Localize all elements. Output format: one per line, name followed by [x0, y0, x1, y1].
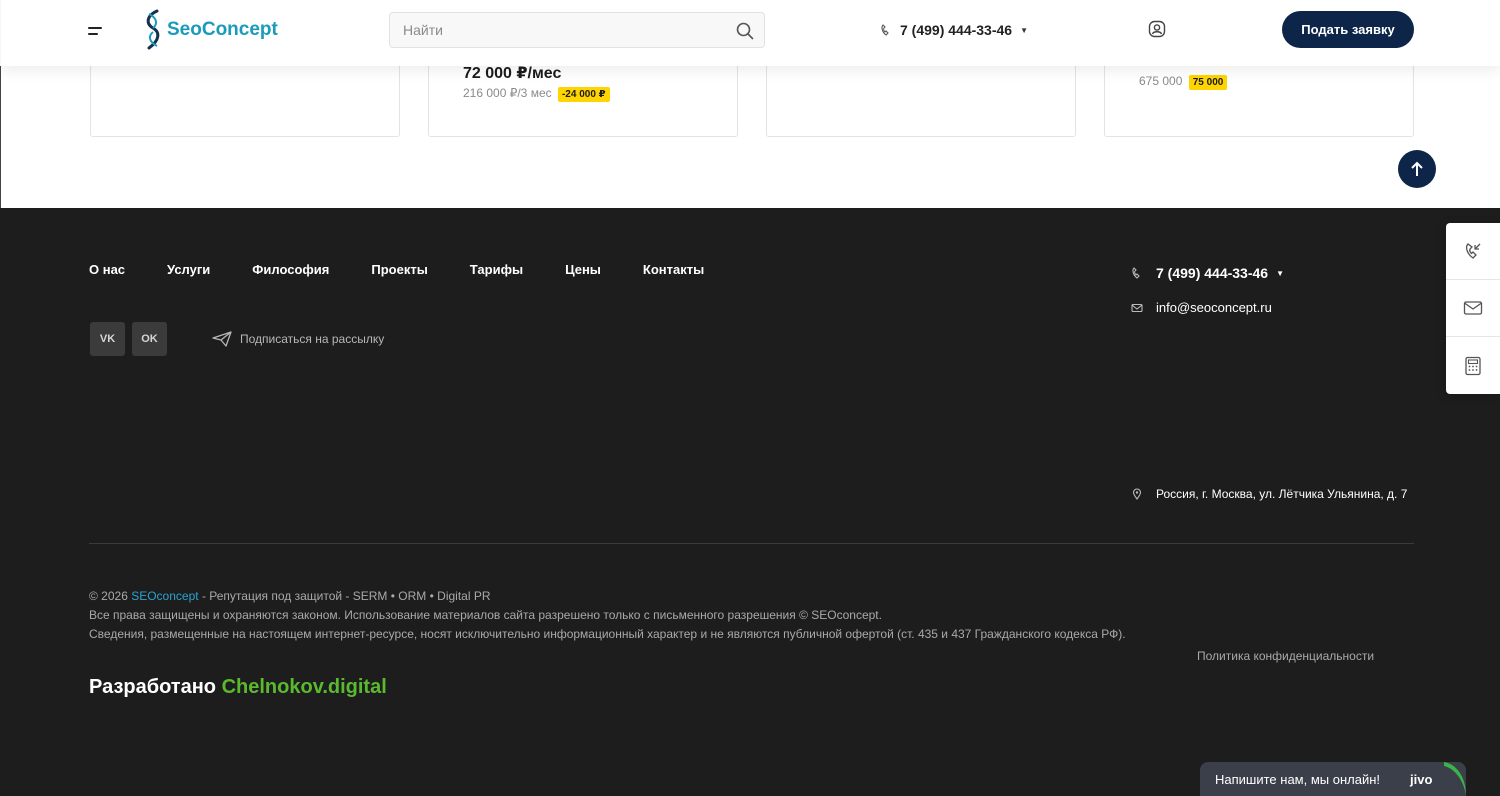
chevron-down-icon: ▼: [1276, 268, 1284, 278]
footer-address-text: Россия, г. Москва, ул. Лётчика Ульянина,…: [1156, 487, 1408, 501]
calculator-button[interactable]: [1446, 337, 1500, 394]
discount-badge: -24 000 ₽: [557, 87, 610, 102]
footer-nav-contacts[interactable]: Контакты: [643, 262, 704, 277]
chat-widget[interactable]: Напишите нам, мы онлайн! jivo: [1200, 762, 1466, 796]
vk-icon[interactable]: VK: [90, 322, 125, 356]
footer-nav-projects[interactable]: Проекты: [371, 262, 427, 277]
disclaimer-text: Сведения, размещенные на настоящем интер…: [89, 627, 1126, 641]
developer-prefix: Разработано: [89, 676, 217, 698]
phone-icon: [1132, 267, 1140, 279]
copyright-suffix: - Репутация под защитой - SERM • ORM • D…: [201, 589, 491, 603]
online-indicator-icon: [1444, 762, 1466, 796]
scroll-to-top-button[interactable]: [1398, 150, 1436, 188]
search-box: [389, 12, 765, 48]
footer-nav: О нас Услуги Философия Проекты Тарифы Це…: [89, 262, 746, 277]
card-old-price-value: 675 000: [1139, 74, 1183, 88]
callback-button[interactable]: [1446, 223, 1500, 280]
rights-text: Все права защищены и охраняются законом.…: [89, 608, 882, 622]
side-action-panel: [1446, 223, 1500, 394]
location-pin-icon: [1132, 488, 1142, 500]
social-links: VK OK: [90, 322, 174, 356]
ok-icon[interactable]: OK: [132, 322, 167, 356]
logo[interactable]: SeoConcept: [142, 8, 278, 52]
chevron-down-icon: ▼: [1020, 25, 1028, 35]
copyright-line: © 2026 SEOconcept - Репутация под защито…: [89, 587, 1126, 606]
card-old-price: 216 000 ₽/3 мес -24 000 ₽: [463, 86, 610, 102]
subscribe-label: Подписаться на рассылку: [240, 332, 385, 346]
header-phone[interactable]: 7 (499) 444-33-46 ▼: [880, 22, 1028, 38]
footer-email-address: info@seoconcept.ru: [1156, 300, 1272, 315]
footer-email[interactable]: info@seoconcept.ru: [1131, 300, 1272, 315]
card-price: 72 000 ₽/мес: [463, 65, 562, 82]
card-old-price-value: 216 000 ₽/3 мес: [463, 86, 552, 100]
footer-nav-about[interactable]: О нас: [89, 262, 125, 277]
search-input[interactable]: [390, 13, 710, 47]
footer-phone[interactable]: 7 (499) 444-33-46 ▼: [1131, 265, 1284, 281]
copyright-prefix: © 2026: [89, 589, 128, 603]
user-icon[interactable]: [1148, 20, 1166, 38]
submit-request-button[interactable]: Подать заявку: [1282, 11, 1414, 48]
menu-icon[interactable]: [88, 24, 104, 38]
site-header: SeoConcept 7 (499) 444-33-46 ▼ Подать за…: [0, 0, 1500, 66]
mail-icon: [1463, 301, 1483, 315]
logo-text: SeoConcept: [167, 19, 278, 40]
calculator-icon: [1465, 356, 1481, 375]
developer-credit: Разработано Chelnokov.digital: [89, 676, 387, 699]
developer-link[interactable]: Chelnokov.digital: [222, 676, 387, 698]
card-old-price: 675 000 75 000: [1139, 74, 1228, 90]
header-phone-number: 7 (499) 444-33-46: [900, 22, 1013, 38]
footer-nav-prices[interactable]: Цены: [565, 262, 601, 277]
chat-brand: jivo: [1410, 772, 1433, 787]
logo-mark-icon: [146, 9, 160, 50]
phone-icon: [881, 24, 889, 36]
phone-incoming-icon: [1466, 243, 1481, 259]
footer-address: Россия, г. Москва, ул. Лётчика Ульянина,…: [1131, 487, 1407, 501]
arrow-up-icon: [1411, 161, 1423, 176]
subscribe-link[interactable]: Подписаться на рассылку: [212, 331, 384, 347]
mail-icon: [1131, 303, 1143, 312]
footer-divider: [89, 543, 1414, 544]
site-footer: О нас Услуги Философия Проекты Тарифы Це…: [0, 208, 1500, 796]
legal-text: © 2026 SEOconcept - Репутация под защито…: [89, 587, 1126, 644]
footer-phone-number: 7 (499) 444-33-46: [1156, 265, 1269, 281]
paper-plane-icon: [212, 331, 232, 347]
footer-nav-services[interactable]: Услуги: [167, 262, 210, 277]
chat-label: Напишите нам, мы онлайн!: [1215, 772, 1381, 787]
search-icon[interactable]: [736, 22, 754, 40]
email-button[interactable]: [1446, 280, 1500, 337]
copyright-brand-link[interactable]: SEOconcept: [131, 589, 198, 603]
discount-badge: 75 000: [1188, 75, 1228, 90]
privacy-policy-link[interactable]: Политика конфиденциальности: [1197, 649, 1374, 663]
footer-nav-tariffs[interactable]: Тарифы: [470, 262, 523, 277]
footer-nav-philosophy[interactable]: Философия: [252, 262, 329, 277]
